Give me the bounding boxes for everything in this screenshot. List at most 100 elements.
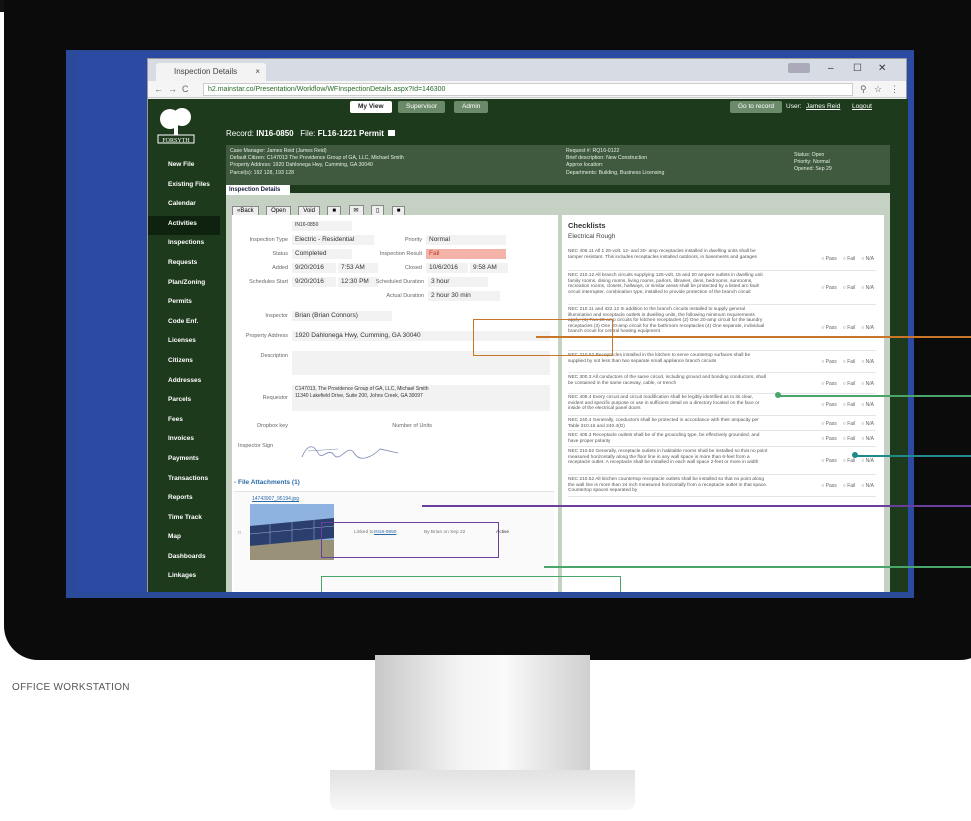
sidebar-item-time-track[interactable]: Time Track [148,510,220,530]
radio-pass[interactable]: ○ Pass [821,325,837,331]
closed-time[interactable]: 9:58 AM [470,263,508,273]
checklist-options: ○ Pass ○ Fail ○ N/A [815,458,874,465]
logout-link[interactable]: Logout [852,103,872,110]
sidebar-item-reports[interactable]: Reports [148,490,220,510]
radio-na[interactable]: ○ N/A [861,402,874,408]
radio-na[interactable]: ○ N/A [861,436,874,442]
menu-icon[interactable]: ⋮ [890,84,899,95]
tab-supervisor[interactable]: Supervisor [398,101,446,113]
priority-select[interactable]: Normal [426,235,506,245]
radio-pass[interactable]: ○ Pass [821,483,837,489]
checklist-options: ○ Pass ○ Fail ○ N/A [815,402,874,409]
status-field[interactable]: Completed [292,249,352,259]
radio-fail[interactable]: ○ Fail [843,458,855,464]
minimize-icon[interactable]: – [828,63,834,74]
attachment-checkbox[interactable]: □ [238,530,241,536]
sidebar-item-activities[interactable]: Activities [148,215,220,236]
checklist-options: ○ Pass ○ Fail ○ N/A [815,436,874,443]
radio-pass[interactable]: ○ Pass [821,402,837,408]
sidebar-item-code-enf[interactable]: Code Enf. [148,314,220,334]
file-attachments-header[interactable]: - File Attachments (1) [234,479,554,487]
folder-icon[interactable] [388,130,396,136]
radio-fail[interactable]: ○ Fail [843,381,855,387]
sidebar-item-addresses[interactable]: Addresses [148,373,220,393]
added-date[interactable]: 9/20/2016 [292,263,336,273]
back-icon[interactable]: ← [154,84,163,94]
result-field[interactable]: Fail [426,249,506,259]
actual-duration-field[interactable]: 2 hour 30 min [428,291,500,301]
radio-pass[interactable]: ○ Pass [821,256,837,262]
sidebar-menu: New File Existing Files Calendar Activit… [148,157,220,588]
sidebar-item-parcels[interactable]: Parcels [148,392,220,412]
close-tab-icon[interactable]: × [255,67,260,76]
goto-record-button[interactable]: Go to record [730,101,783,113]
radio-na[interactable]: ○ N/A [861,325,874,331]
radio-na[interactable]: ○ N/A [861,285,874,291]
url-input[interactable]: h2.mainstar.co/Presentation/Workflow/WFI… [203,83,853,96]
radio-na[interactable]: ○ N/A [861,256,874,262]
radio-na[interactable]: ○ N/A [861,458,874,464]
sidebar: FORSYTH New File Existing Files Calendar… [148,99,220,592]
radio-fail[interactable]: ○ Fail [843,256,855,262]
radio-fail[interactable]: ○ Fail [843,483,855,489]
radio-pass[interactable]: ○ Pass [821,421,837,427]
radio-pass[interactable]: ○ Pass [821,458,837,464]
radio-fail[interactable]: ○ Fail [843,325,855,331]
radio-pass[interactable]: ○ Pass [821,359,837,365]
schedule-date[interactable]: 9/20/2016 [292,277,336,287]
radio-na[interactable]: ○ N/A [861,381,874,387]
radio-pass[interactable]: ○ Pass [821,381,837,387]
attachment-filename[interactable]: 14743907_95194.jpg [252,496,299,502]
top-nav: My View Supervisor Admin Go to record Us… [350,101,890,113]
sidebar-item-dashboards[interactable]: Dashboards [148,549,220,569]
profile-button[interactable] [788,63,810,73]
sidebar-item-payments[interactable]: Payments [148,451,220,471]
checklist-item: NEC 210.52 All kitchen countertop recept… [568,477,876,497]
radio-fail[interactable]: ○ Fail [843,436,855,442]
callout-dot-options [852,452,858,458]
requestor-field[interactable]: C147013, The Providence Group of GA, LLC… [292,385,550,411]
radio-fail[interactable]: ○ Fail [843,285,855,291]
forward-icon[interactable]: → [168,84,177,94]
sidebar-item-requests[interactable]: Requests [148,255,220,275]
caption: OFFICE WORKSTATION [12,682,130,693]
maximize-icon[interactable]: ☐ [853,63,862,74]
browser-tab[interactable]: Inspection Details × [156,63,266,81]
sidebar-item-inspections[interactable]: Inspections [148,235,220,255]
radio-fail[interactable]: ○ Fail [843,421,855,427]
sidebar-item-licenses[interactable]: Licenses [148,333,220,353]
star-icon[interactable]: ☆ [874,84,882,95]
user-name-link[interactable]: James Reid [806,103,840,110]
sidebar-item-plan-zoning[interactable]: Plan/Zoning [148,275,220,295]
sidebar-item-linkages[interactable]: Linkages [148,568,220,588]
sidebar-item-citizens[interactable]: Citizens [148,353,220,373]
added-time[interactable]: 7:53 AM [338,263,378,273]
reload-icon[interactable]: C [182,84,189,94]
sidebar-item-permits[interactable]: Permits [148,294,220,314]
tab-admin[interactable]: Admin [454,101,489,113]
radio-na[interactable]: ○ N/A [861,359,874,365]
inspector-field[interactable]: Brian (Brian Connors) [292,311,392,321]
radio-pass[interactable]: ○ Pass [821,436,837,442]
sidebar-item-calendar[interactable]: Calendar [148,196,220,216]
tab-inspection-details[interactable]: Inspection Details [226,185,290,195]
checklist-item-text: NEC 300.3 All conductors of the same cir… [568,375,766,386]
sidebar-item-new-file[interactable]: New File [148,157,220,177]
case-info-panel: Case Manager: James Reid (James Reid) De… [226,145,890,185]
radio-na[interactable]: ○ N/A [861,483,874,489]
radio-pass[interactable]: ○ Pass [821,285,837,291]
radio-fail[interactable]: ○ Fail [843,359,855,365]
radio-na[interactable]: ○ N/A [861,421,874,427]
tab-my-view[interactable]: My View [350,101,392,113]
sidebar-item-fees[interactable]: Fees [148,412,220,432]
scheduled-duration-field[interactable]: 3 hour [428,277,488,287]
closed-date[interactable]: 10/6/2016 [426,263,468,273]
radio-fail[interactable]: ○ Fail [843,402,855,408]
sidebar-item-transactions[interactable]: Transactions [148,471,220,491]
close-window-icon[interactable]: ✕ [878,63,886,74]
sidebar-item-invoices[interactable]: Invoices [148,431,220,451]
inspection-type-field[interactable]: Electric - Residential [292,235,374,245]
sidebar-item-existing-files[interactable]: Existing Files [148,177,220,197]
zoom-icon[interactable]: ⚲ [860,84,867,95]
sidebar-item-map[interactable]: Map [148,529,220,549]
